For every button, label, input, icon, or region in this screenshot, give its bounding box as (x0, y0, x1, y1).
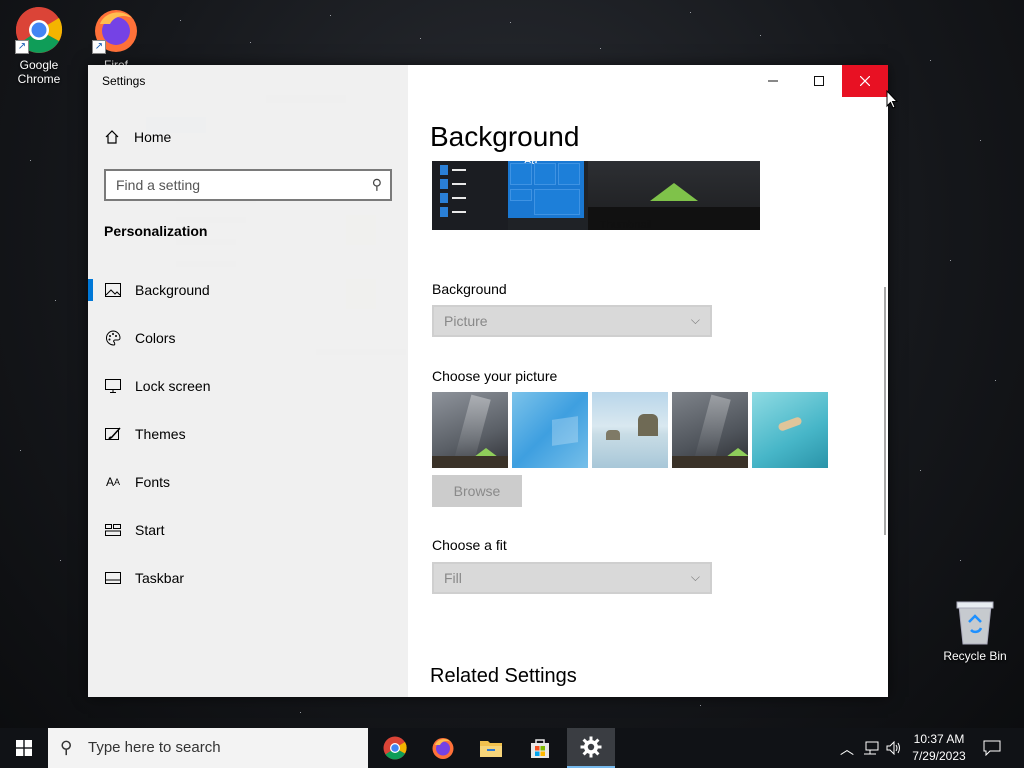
nav-item-label: Background (135, 282, 210, 298)
shortcut-arrow-icon: ↗ (92, 40, 106, 54)
find-setting-placeholder: Find a setting (116, 177, 201, 193)
related-settings-heading: Related Settings (430, 665, 577, 687)
settings-content-pane: Background Aa Thumbnail Bac (408, 65, 888, 697)
nav-item-label: Start (135, 522, 165, 538)
volume-icon[interactable] (886, 741, 902, 755)
fit-value: Fill (444, 570, 462, 586)
nav-item-background[interactable]: Background (88, 270, 408, 310)
chevron-down-icon: ⌵ (690, 570, 700, 584)
settings-window: Home Find a setting ⚲ Personalization Ba… (88, 65, 888, 697)
nav-item-lock-screen[interactable]: Lock screen (88, 366, 408, 406)
taskbar-icon (104, 569, 122, 587)
nav-item-label: Fonts (135, 474, 171, 490)
taskbar-search-placeholder: Type here to search (88, 739, 221, 756)
background-type-dropdown[interactable]: Picture ⌵ (432, 305, 712, 337)
palette-icon (104, 329, 122, 347)
page-title: Background (430, 121, 580, 152)
search-icon: ⚲ (60, 738, 73, 757)
picture-thumbnail-3[interactable] (592, 392, 668, 468)
clock-time: 10:37 AM (913, 732, 965, 746)
chrome-icon (383, 736, 407, 760)
nav-home[interactable]: Home (104, 129, 171, 145)
preview-label: Thumbnail (600, 219, 652, 230)
store-bag-icon (531, 739, 549, 758)
nav-item-colors[interactable]: Colors (88, 318, 408, 358)
nav-item-label: Colors (135, 330, 176, 346)
choose-picture-label: Choose your picture (432, 368, 558, 384)
folder-icon (480, 741, 502, 757)
nav-home-label: Home (134, 129, 172, 145)
nav-item-fonts[interactable]: AA Fonts (88, 462, 408, 502)
nav-item-label: Lock screen (135, 378, 211, 394)
nav-item-label: Taskbar (135, 570, 185, 586)
close-button[interactable] (842, 65, 888, 97)
desktop-icon-recycle-bin[interactable]: Recycle Bin (940, 600, 1010, 663)
taskbar-chrome[interactable] (371, 728, 419, 768)
background-type-value: Picture (444, 313, 488, 329)
taskbar-firefox[interactable] (419, 728, 467, 768)
nav-item-themes[interactable]: Themes (88, 414, 408, 454)
recycle-bin-icon (956, 601, 994, 645)
desktop-icon-firefox[interactable]: ↗ Firef (78, 6, 154, 72)
maximize-button[interactable] (796, 65, 842, 97)
choose-fit-label: Choose a fit (432, 537, 507, 553)
brush-icon (104, 425, 122, 443)
minimize-icon (768, 80, 778, 82)
font-icon: AA (105, 475, 121, 489)
clock-date: 7/29/2023 (912, 749, 966, 763)
gear-icon (580, 736, 602, 758)
desktop-preview: Aa Thumbnail (432, 161, 760, 230)
browse-button[interactable]: Browse (432, 475, 522, 507)
picture-thumbnail-4[interactable] (672, 392, 748, 468)
home-icon (105, 130, 119, 144)
picture-thumbnail-1[interactable] (432, 392, 508, 468)
window-title: Settings (102, 74, 146, 88)
notifications-icon[interactable] (983, 740, 1001, 756)
picture-thumbnail-2[interactable] (512, 392, 588, 468)
network-icon[interactable] (863, 741, 879, 755)
nav-item-start[interactable]: Start (88, 510, 408, 550)
taskbar-store[interactable] (516, 728, 564, 768)
chevron-up-icon[interactable]: ︿ (840, 739, 854, 759)
mouse-cursor-icon (886, 90, 898, 109)
taskbar: ⚲ Type here to search ︿ 10:37 AM 7/29/20… (0, 728, 1024, 768)
taskbar-settings[interactable] (567, 728, 615, 768)
choose-fit-dropdown[interactable]: Fill ⌵ (432, 562, 712, 594)
recycle-bin-label: Recycle Bin (943, 649, 1007, 663)
desktop-icon-chrome[interactable]: ↗ Google Chrome (1, 6, 77, 86)
nav-item-taskbar[interactable]: Taskbar (88, 558, 408, 598)
maximize-icon (814, 76, 824, 86)
minimize-button[interactable] (750, 65, 796, 97)
chevron-down-icon: ⌵ (690, 313, 700, 327)
start-layout-icon (104, 521, 122, 539)
shortcut-arrow-icon: ↗ (15, 40, 29, 54)
content-scrollbar[interactable] (884, 287, 886, 535)
nav-item-label: Themes (135, 426, 186, 442)
taskbar-clock[interactable]: 10:37 AM 7/29/2023 (904, 731, 974, 765)
start-button[interactable] (0, 728, 48, 768)
close-icon (860, 76, 870, 86)
settings-nav-pane: Home Find a setting ⚲ Personalization Ba… (88, 65, 408, 697)
search-icon: ⚲ (371, 176, 382, 192)
background-type-label: Background (432, 281, 507, 297)
monitor-icon (104, 377, 122, 395)
firefox-icon (432, 738, 454, 759)
windows-logo-icon (16, 740, 32, 756)
picture-icon (104, 281, 122, 299)
taskbar-search-box[interactable]: ⚲ Type here to search (48, 728, 368, 768)
find-setting-input[interactable]: Find a setting ⚲ (104, 169, 392, 201)
taskbar-file-explorer[interactable] (467, 728, 515, 768)
nav-section-title: Personalization (104, 223, 208, 239)
picture-thumbnail-5[interactable] (752, 392, 828, 468)
desktop-icon-label: Google Chrome (17, 58, 61, 86)
title-bar[interactable]: Settings (88, 65, 888, 97)
